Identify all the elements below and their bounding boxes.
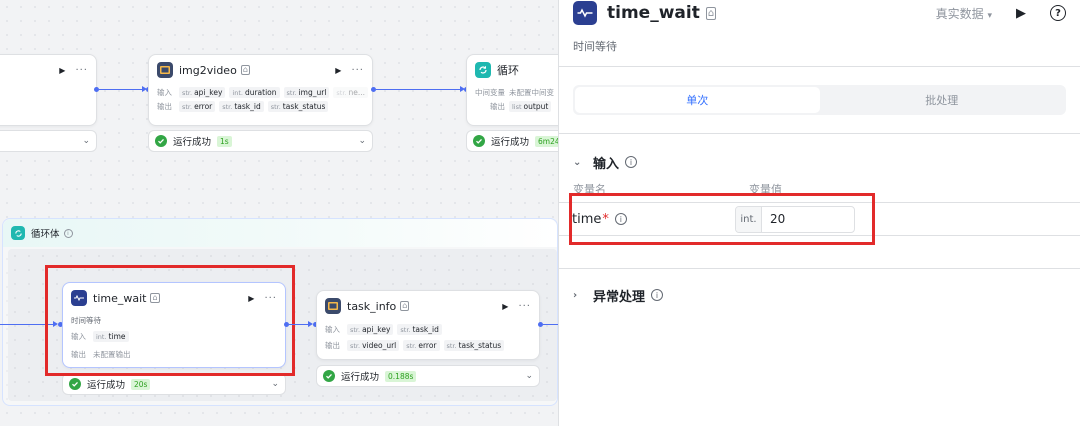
time-badge: 0.188s	[385, 370, 417, 382]
param-chip: str. task_status	[267, 100, 329, 112]
node-loop[interactable]: 循环 中间变量 未配置中间变 输出 list output	[466, 54, 558, 126]
node-var-row: 中间变量 未配置中间变	[475, 87, 554, 97]
node-title: 循环	[497, 64, 519, 77]
node-input-row: 输入 str. api_key int. duration str. img_url …	[149, 85, 372, 99]
task-info-status[interactable]: 运行成功 0.188s ⌄	[316, 365, 540, 387]
param-chip: list output	[509, 100, 552, 112]
panel-title: time_wait	[607, 3, 700, 23]
loop-status[interactable]: 运行成功 6m24	[466, 130, 558, 152]
plugin-badge-icon: ⌂	[240, 65, 250, 75]
play-icon[interactable]: ▶	[502, 302, 508, 311]
more-icon[interactable]: ···	[75, 65, 88, 76]
chevron-down-icon[interactable]: ⌄	[358, 136, 366, 146]
help-icon[interactable]: ?	[1050, 5, 1066, 21]
time-badge: 1s	[217, 135, 232, 147]
param-chip: int. duration	[229, 86, 280, 98]
highlight-box	[45, 265, 295, 376]
node-output-row: 输出 str. error str. task_id str. task_status	[149, 99, 372, 113]
workflow-canvas[interactable]: ▶ ··· ⌄ img2video ⌂ ▶ ··· 输入 str. api_key…	[0, 0, 558, 426]
node-actions: ▶ ···	[335, 65, 364, 76]
success-check-icon	[473, 135, 485, 147]
loop-icon	[11, 226, 25, 240]
time-badge: 6m24	[535, 135, 558, 147]
run-icon[interactable]: ▶	[1016, 6, 1026, 21]
param-chip: str. error	[179, 100, 216, 112]
info-icon[interactable]: i	[63, 228, 73, 238]
node-head: 循环	[467, 55, 558, 85]
node-img2video[interactable]: img2video ⌂ ▶ ··· 输入 str. api_key int. dur…	[148, 54, 373, 126]
plugin-badge-icon: ⌂	[400, 301, 410, 311]
time-badge: 20s	[131, 378, 151, 390]
timer-tool-icon	[573, 1, 597, 25]
param-chip: str. api_key	[347, 323, 394, 335]
more-icon[interactable]: ···	[351, 65, 364, 76]
play-icon[interactable]: ▶	[59, 66, 65, 75]
param-chip: str. task_status	[443, 339, 505, 351]
video-tool-icon	[157, 62, 173, 78]
success-check-icon	[155, 135, 167, 147]
play-icon[interactable]: ▶	[335, 66, 341, 75]
status-text: 运行成功	[491, 137, 530, 148]
node-input-row: 输入 str. api_key str. task_id	[317, 321, 539, 337]
node-output-row: 输出 list output	[467, 99, 558, 113]
node-task-info[interactable]: task_info ⌂ ▶ ··· 输入 str. api_key str. tas…	[316, 290, 540, 360]
param-chip: str. video_url	[347, 339, 400, 351]
node-head: ▶ ···	[0, 55, 96, 85]
info-icon[interactable]: i	[625, 156, 638, 168]
node-title: task_info	[347, 299, 397, 313]
panel-description: 时间等待	[573, 40, 617, 53]
panel-header: time_wait ⌂ 真实数据 ▾ ▶ ?	[559, 0, 1080, 26]
success-check-icon	[69, 378, 81, 390]
node-head: img2video ⌂ ▶ ···	[149, 55, 372, 85]
plugin-badge-icon: ⌂	[705, 6, 717, 20]
node-left-cropped[interactable]: ▶ ···	[0, 54, 97, 126]
edge-line	[289, 324, 309, 325]
tab-single[interactable]: 单次	[575, 87, 820, 113]
chevron-right-icon: ›	[573, 289, 578, 301]
node-output-row: 输出 str. video_url str. error str. task_stat…	[317, 337, 539, 353]
success-check-icon	[323, 370, 335, 382]
exception-section-header[interactable]: › 异常处理 i	[559, 283, 1080, 307]
edge-line	[376, 89, 461, 90]
param-chip: str. api_key	[179, 86, 226, 98]
edge-line	[543, 324, 558, 325]
status-text: 运行成功	[87, 380, 126, 391]
param-chip: str. error	[403, 339, 440, 351]
divider	[559, 133, 1080, 134]
status-text: 运行成功	[173, 137, 212, 148]
chevron-down-icon[interactable]: ⌄	[525, 371, 533, 381]
node-detail-panel: time_wait ⌂ 真实数据 ▾ ▶ ? 时间等待 单次 批处理 ⌄ 输入 …	[558, 0, 1080, 426]
node-actions: ▶ ···	[59, 65, 88, 76]
divider	[559, 268, 1080, 269]
param-chip: str. img_url	[283, 86, 330, 98]
loop-icon	[475, 62, 491, 78]
status-text: 运行成功	[341, 372, 380, 383]
chevron-down-icon[interactable]: ⌄	[271, 379, 279, 389]
info-icon[interactable]: i	[651, 289, 664, 301]
param-chip: str. task_id	[397, 323, 442, 335]
divider	[559, 66, 1080, 67]
highlight-box	[569, 193, 875, 245]
panel-actions: 真实数据 ▾ ▶ ?	[936, 5, 1066, 22]
run-mode-tabs: 单次 批处理	[573, 85, 1066, 115]
caret-down-icon: ▾	[987, 10, 992, 21]
loop-body-header: 循环体 i	[3, 219, 557, 247]
time-wait-status[interactable]: 运行成功 20s ⌄	[62, 373, 286, 395]
node-head: task_info ⌂ ▶ ···	[317, 291, 539, 321]
chevron-down-icon[interactable]: ⌄	[82, 136, 90, 146]
input-section-header[interactable]: ⌄ 输入 i	[559, 150, 1080, 174]
node-actions: ▶ ···	[502, 301, 531, 312]
param-chip: str. ne...	[333, 86, 369, 98]
node-title: img2video	[179, 63, 237, 77]
loop-body-title: 循环体	[31, 229, 60, 240]
data-mode-select[interactable]: 真实数据 ▾	[936, 5, 992, 22]
param-chip: str. task_id	[219, 100, 264, 112]
img2video-status[interactable]: 运行成功 1s ⌄	[148, 130, 373, 152]
chevron-down-icon: ⌄	[573, 156, 582, 168]
video-tool-icon	[325, 298, 341, 314]
edge-line	[99, 89, 143, 90]
tab-batch[interactable]: 批处理	[820, 87, 1065, 113]
left-node-status[interactable]: ⌄	[0, 130, 97, 152]
more-icon[interactable]: ···	[518, 301, 531, 312]
